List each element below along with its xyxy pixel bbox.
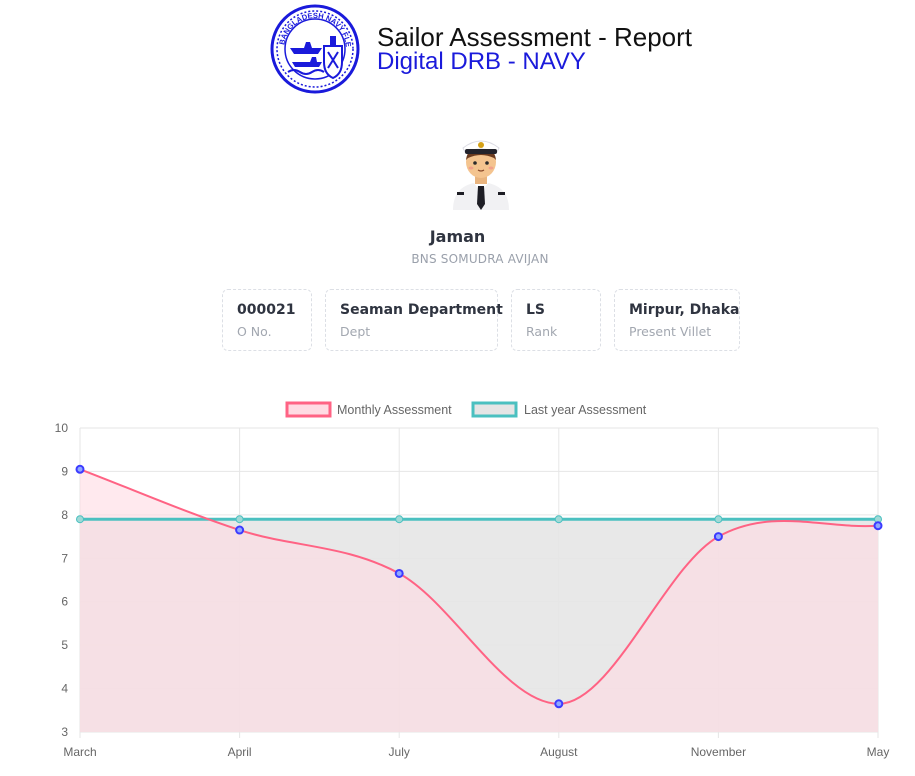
card-label: Rank bbox=[526, 324, 558, 339]
y-tick-label: 6 bbox=[61, 595, 68, 609]
sailor-name: Jaman bbox=[429, 227, 486, 246]
y-tick-label: 5 bbox=[61, 638, 68, 652]
legend-label-monthly: Monthly Assessment bbox=[337, 403, 452, 417]
monthly-point bbox=[554, 699, 564, 709]
chart-legend: Monthly Assessment Last year Assessment bbox=[285, 401, 647, 418]
x-tick-label: May bbox=[867, 745, 890, 759]
report-header: BANGLADESH NAVY FLEET Sailor Assessment … bbox=[270, 4, 730, 94]
y-tick-label: 7 bbox=[61, 551, 68, 565]
page-subtitle: Digital DRB - NAVY bbox=[377, 48, 586, 75]
y-tick-label: 9 bbox=[61, 464, 68, 478]
card-value: Seaman Department bbox=[340, 302, 503, 318]
last-year-point bbox=[76, 515, 84, 524]
y-tick-label: 10 bbox=[55, 421, 69, 435]
card-value: 000021 bbox=[237, 302, 296, 318]
monthly-point bbox=[713, 532, 723, 542]
card-value: LS bbox=[526, 302, 546, 318]
last-year-point bbox=[395, 515, 404, 524]
sailor-avatar bbox=[453, 140, 509, 210]
monthly-point bbox=[75, 464, 85, 474]
x-tick-label: April bbox=[228, 745, 252, 759]
x-tick-label: August bbox=[540, 745, 578, 759]
assessment-chart: 3 4 5 6 7 8 9 10 March April July August November May… bbox=[55, 401, 890, 759]
card-rank: LS Rank bbox=[511, 289, 601, 351]
last-year-point bbox=[714, 515, 723, 524]
y-tick-label: 4 bbox=[61, 682, 68, 696]
card-label: O No. bbox=[237, 324, 272, 339]
x-tick-label: March bbox=[63, 745, 96, 759]
x-tick-label: November bbox=[691, 745, 746, 759]
ship-name: BNS SOMUDRA AVIJAN bbox=[411, 252, 549, 266]
card-o-no: 000021 O No. bbox=[222, 289, 312, 351]
navy-logo-icon: BANGLADESH NAVY FLEET bbox=[270, 4, 360, 94]
y-tick-label: 8 bbox=[61, 508, 68, 522]
last-year-point bbox=[235, 515, 244, 524]
monthly-point bbox=[873, 521, 883, 531]
legend-label-last-year: Last year Assessment bbox=[524, 403, 647, 417]
card-present-villet: Mirpur, Dhaka Present Villet bbox=[614, 289, 740, 351]
legend-swatch-monthly bbox=[285, 401, 332, 418]
card-value: Mirpur, Dhaka bbox=[629, 302, 740, 318]
card-label: Dept bbox=[340, 324, 371, 339]
monthly-point bbox=[235, 525, 245, 535]
chart-areas bbox=[80, 469, 878, 732]
card-dept: Seaman Department Dept bbox=[325, 289, 503, 351]
card-label: Present Villet bbox=[629, 324, 712, 339]
legend-swatch-last-year bbox=[471, 401, 518, 418]
y-tick-label: 3 bbox=[61, 725, 68, 739]
x-tick-label: July bbox=[389, 745, 410, 759]
last-year-point bbox=[554, 515, 563, 524]
monthly-point bbox=[394, 568, 404, 578]
